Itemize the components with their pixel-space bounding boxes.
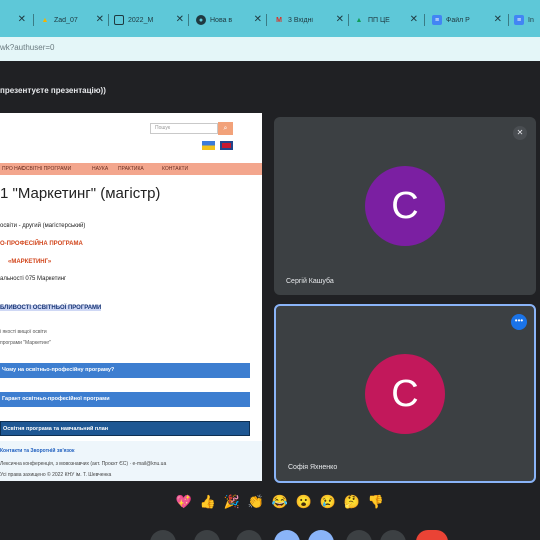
menu-item[interactable]: ПРАКТИКА [118,166,144,172]
browser-tab[interactable]: 2022_M ✕ [114,9,186,31]
heart-reaction-icon[interactable]: 💖 [172,492,196,512]
contacts-link[interactable]: Контакти та Зворотній зв'язок [0,448,74,454]
tab-divider [424,14,425,26]
close-tab-icon[interactable]: ✕ [96,14,104,25]
globe-icon: ● [196,15,206,25]
avatar: С [365,166,445,246]
tab-label: 2022_M [128,16,154,24]
program-type: О-ПРОФЕСІЙНА ПРОГРАМА [0,241,83,247]
feature-line: і якості вищої освіти [0,329,47,335]
tab-divider [508,14,509,26]
accordion-guarantor[interactable]: Гарант освітньо-професійної програми [0,392,250,407]
browser-tab[interactable]: M 3 Вхідні ✕ [274,9,346,31]
google-docs-icon: ≡ [432,15,442,25]
reaction-bar: 💖 👍 🎉 👏 😂 😮 😢 🤔 👎 [172,492,412,512]
close-tab-icon[interactable]: ✕ [410,14,418,25]
close-tab-icon[interactable]: ✕ [494,14,502,25]
browser-tab-strip: ✕ ▲ Zad_07 ✕ 2022_M ✕ ● Нова в ✕ M 3 Вхі… [0,0,540,37]
google-drive-icon: ▲ [41,16,49,24]
search-placeholder: Пошук [155,125,171,131]
google-drive-icon: ▲ [355,16,363,24]
browser-tab[interactable]: ▲ ПП ЦЕ ✕ [354,9,420,31]
participant-name: Сергій Кашуба [286,278,334,285]
close-tab-icon[interactable]: ✕ [254,14,262,25]
site-search-input[interactable]: Пошук [150,123,218,134]
footer-line: Усі права захищено © 2022 КНУ ім. Т. Шев… [0,472,112,478]
close-tab-icon[interactable]: ✕ [18,14,26,25]
presenting-notice: презентуєте презентацію)) [0,86,106,95]
tab-divider [33,14,34,26]
thumbs-up-reaction-icon[interactable]: 👍 [196,492,220,512]
menu-item[interactable]: НАУКА [92,166,108,172]
captions-button[interactable] [274,530,300,540]
page-title: 1 "Маркетинг" (магістр) [0,185,161,202]
footer-line: Лексична конференція, з мовознавчих (акт… [0,461,167,467]
control-button[interactable] [346,530,372,540]
avatar: С [365,354,445,434]
ukraine-flag-icon[interactable] [202,141,215,150]
tab-divider [108,14,109,26]
tab-label: Zad_07 [54,16,78,24]
browser-tab[interactable]: ▲ Zad_07 ✕ [40,9,106,31]
control-button[interactable] [380,530,406,540]
tab-divider [188,14,189,26]
tab-divider [266,14,267,26]
tab-label: In [528,16,534,24]
screenshot-root: ✕ ▲ Zad_07 ✕ 2022_M ✕ ● Нова в ✕ M 3 Вхі… [0,0,540,540]
tab-divider [348,14,349,26]
accordion-curriculum[interactable]: Освітня програма та навчальний план [0,421,250,436]
leave-call-button[interactable] [416,530,448,540]
clap-reaction-icon[interactable]: 👏 [244,492,268,512]
sad-reaction-icon[interactable]: 😢 [316,492,340,512]
document-icon [114,15,124,25]
google-docs-icon: ≡ [514,15,524,25]
mic-off-icon: ✕ [513,126,527,140]
surprised-reaction-icon[interactable]: 😮 [292,492,316,512]
address-bar[interactable]: wk?authuser=0 [0,37,540,61]
menu-item[interactable]: ОСВІТНІ ПРОГРАМИ [22,166,71,172]
control-button[interactable] [236,530,262,540]
laugh-reaction-icon[interactable]: 😂 [268,492,292,512]
browser-tab[interactable]: ≡ Файл Р ✕ [432,9,504,31]
more-options-icon[interactable]: ••• [511,314,527,330]
tab-label: Нова в [210,16,233,24]
uk-flag-icon[interactable] [220,141,233,150]
tab-label: 3 Вхідні [288,16,313,24]
url-text: wk?authuser=0 [0,43,55,52]
features-heading: БЛИВОСТІ ОСВІТНЬОЇ ПРОГРАМИ [0,305,102,311]
participant-tile[interactable]: ••• С Софія Яхненко [274,304,536,483]
party-reaction-icon[interactable]: 🎉 [220,492,244,512]
specialty: альності 075 Маркетинг [0,276,67,282]
participant-tile[interactable]: ✕ С Сергій Кашуба [274,117,536,295]
gmail-icon: M [276,16,282,24]
thumbs-down-reaction-icon[interactable]: 👎 [364,492,388,512]
shared-presentation: Пошук ⌕ ПРО НАС ОСВІТНІ ПРОГРАМИ НАУКА П… [0,113,262,481]
search-icon[interactable]: ⌕ [218,122,233,135]
thinking-reaction-icon[interactable]: 🤔 [340,492,364,512]
close-tab-icon[interactable]: ✕ [176,14,184,25]
browser-tab[interactable]: ≡ In [514,9,540,31]
tab-label: Файл Р [446,16,470,24]
tab-label: ПП ЦЕ [368,16,390,24]
education-level: освіти - другий (магістерський) [0,223,86,229]
browser-tab[interactable]: ● Нова в ✕ [196,9,264,31]
close-tab-icon[interactable]: ✕ [336,14,344,25]
participant-name: Софія Яхненко [288,464,338,471]
menu-item[interactable]: КОНТАКТИ [162,166,188,172]
meeting-controls [0,522,540,540]
feature-line: програми "Маркетинг" [0,340,52,346]
control-button[interactable] [194,530,220,540]
accordion-why-program[interactable]: Чому на освітньо-професійну програму? [0,363,250,378]
control-button[interactable] [150,530,176,540]
present-button[interactable] [308,530,334,540]
program-name: «МАРКЕТИНГ» [8,259,52,265]
site-menu: ПРО НАС ОСВІТНІ ПРОГРАМИ НАУКА ПРАКТИКА … [0,163,262,175]
